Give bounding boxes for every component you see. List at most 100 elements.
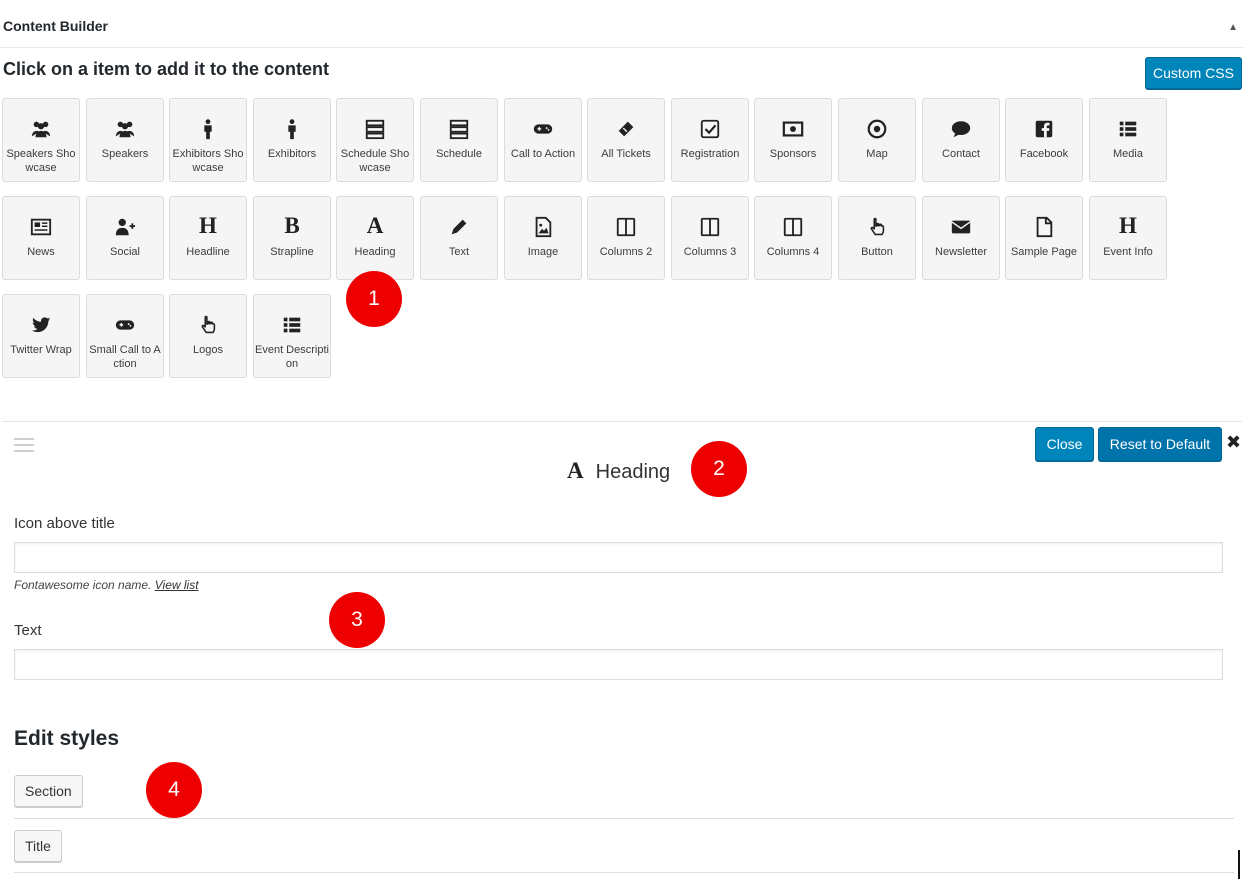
server-icon <box>421 115 497 141</box>
item-tile[interactable]: Logos <box>169 294 247 378</box>
font-icon: A <box>366 213 384 238</box>
icon-hint: Fontawesome icon name. View list <box>14 578 199 592</box>
item-tile[interactable]: H Event Info <box>1089 196 1167 280</box>
header-icon: H <box>199 213 217 238</box>
item-tile[interactable]: Newsletter <box>922 196 1000 280</box>
item-label: Call to Action <box>510 148 576 160</box>
item-tile[interactable]: Image <box>504 196 582 280</box>
user-plus-icon <box>87 213 163 239</box>
item-tile[interactable]: Schedule Showcase <box>336 98 414 182</box>
item-label: Columns 2 <box>599 246 653 258</box>
item-label: Map <box>866 148 888 160</box>
item-tile[interactable]: Sponsors <box>754 98 832 182</box>
section-style-button[interactable]: Section <box>14 775 83 807</box>
gamepad-icon <box>505 115 581 141</box>
male-icon <box>254 115 330 141</box>
server-icon <box>337 115 413 141</box>
icon-above-title-label: Icon above title <box>14 515 115 532</box>
item-label: Event Description <box>255 344 329 370</box>
envelope-icon <box>923 213 999 239</box>
reset-to-default-button[interactable]: Reset to Default <box>1098 427 1222 461</box>
item-tile[interactable]: H Headline <box>169 196 247 280</box>
step-badge-4: 4 <box>146 762 202 818</box>
divider <box>14 872 1234 873</box>
title-style-button[interactable]: Title <box>14 830 62 862</box>
item-tile[interactable]: Text <box>420 196 498 280</box>
item-label: News <box>27 246 55 258</box>
item-tile[interactable]: News <box>2 196 80 280</box>
item-tile[interactable]: Call to Action <box>504 98 582 182</box>
item-label: Exhibitors Showcase <box>172 148 244 174</box>
close-icon[interactable]: ✖ <box>1226 432 1241 453</box>
columns-icon <box>755 213 831 239</box>
text-input[interactable] <box>14 649 1223 680</box>
item-tile[interactable]: Contact <box>922 98 1000 182</box>
item-tile[interactable]: Media <box>1089 98 1167 182</box>
item-tile[interactable]: Sample Page <box>1005 196 1083 280</box>
columns-icon <box>588 213 664 239</box>
hand-pointer-icon <box>839 213 915 239</box>
subheading: Click on a item to add it to the content <box>3 59 330 79</box>
item-label: Speakers <box>101 148 149 160</box>
item-tile[interactable]: Small Call to Action <box>86 294 164 378</box>
item-tile[interactable]: Event Description <box>253 294 331 378</box>
item-label: Twitter Wrap <box>10 344 72 356</box>
view-list-link[interactable]: View list <box>155 578 199 592</box>
item-tile[interactable]: Speakers Showcase <box>2 98 80 182</box>
close-button[interactable]: Close <box>1035 427 1094 461</box>
list-icon <box>254 311 330 337</box>
item-tile[interactable]: Columns 2 <box>587 196 665 280</box>
item-tile[interactable]: Exhibitors Showcase <box>169 98 247 182</box>
icon-hint-text: Fontawesome icon name. <box>14 578 152 592</box>
heading-settings-panel: A Heading Close Reset to Default ✖ 2 Icon… <box>2 421 1242 893</box>
divider <box>14 818 1234 819</box>
item-label: Schedule Showcase <box>340 148 410 174</box>
font-icon: A <box>567 458 584 483</box>
item-tile[interactable]: A Heading <box>336 196 414 280</box>
item-label: Text <box>448 246 470 258</box>
file-icon <box>1006 213 1082 239</box>
users-icon <box>87 115 163 141</box>
item-tile[interactable]: Registration <box>671 98 749 182</box>
item-tile[interactable]: Exhibitors <box>253 98 331 182</box>
hand-pointer-icon <box>170 311 246 337</box>
twitter-icon <box>3 311 79 337</box>
columns-icon <box>672 213 748 239</box>
item-tile[interactable]: Schedule <box>420 98 498 182</box>
item-tile[interactable]: Twitter Wrap <box>2 294 80 378</box>
item-tile[interactable]: Facebook <box>1005 98 1083 182</box>
item-label: Newsletter <box>935 246 987 258</box>
item-tile[interactable]: Button <box>838 196 916 280</box>
icon-above-title-input[interactable] <box>14 542 1223 573</box>
triangle-up-icon[interactable]: ▲ <box>1228 22 1238 33</box>
ticket-icon <box>588 115 664 141</box>
drag-handle-icon[interactable] <box>14 438 34 456</box>
item-tile[interactable]: Social <box>86 196 164 280</box>
item-label: Contact <box>942 148 980 160</box>
item-tile[interactable]: All Tickets <box>587 98 665 182</box>
bold-icon: B <box>284 213 300 238</box>
comment-icon <box>923 115 999 141</box>
item-label: Button <box>861 246 893 258</box>
item-label: Image <box>527 246 559 258</box>
item-label: Columns 4 <box>766 246 820 258</box>
item-label: Social <box>110 246 140 258</box>
item-tile[interactable]: Columns 3 <box>671 196 749 280</box>
dot-circle-icon <box>839 115 915 141</box>
custom-css-button[interactable]: Custom CSS <box>1145 57 1242 89</box>
item-tile[interactable]: B Strapline <box>253 196 331 280</box>
item-tile[interactable]: Speakers <box>86 98 164 182</box>
item-label: Strapline <box>270 246 314 258</box>
gamepad-icon <box>87 311 163 337</box>
item-label: Registration <box>680 148 740 160</box>
item-tile[interactable]: Columns 4 <box>754 196 832 280</box>
content-builder-title: Content Builder <box>3 18 108 34</box>
item-tile[interactable]: Map <box>838 98 916 182</box>
item-label: Exhibitors <box>267 148 317 160</box>
step-badge-2: 2 <box>691 441 747 497</box>
list-icon <box>1090 115 1166 141</box>
item-label: Facebook <box>1019 148 1069 160</box>
money-icon <box>755 115 831 141</box>
check-square-icon <box>672 115 748 141</box>
item-label: Sponsors <box>769 148 817 160</box>
